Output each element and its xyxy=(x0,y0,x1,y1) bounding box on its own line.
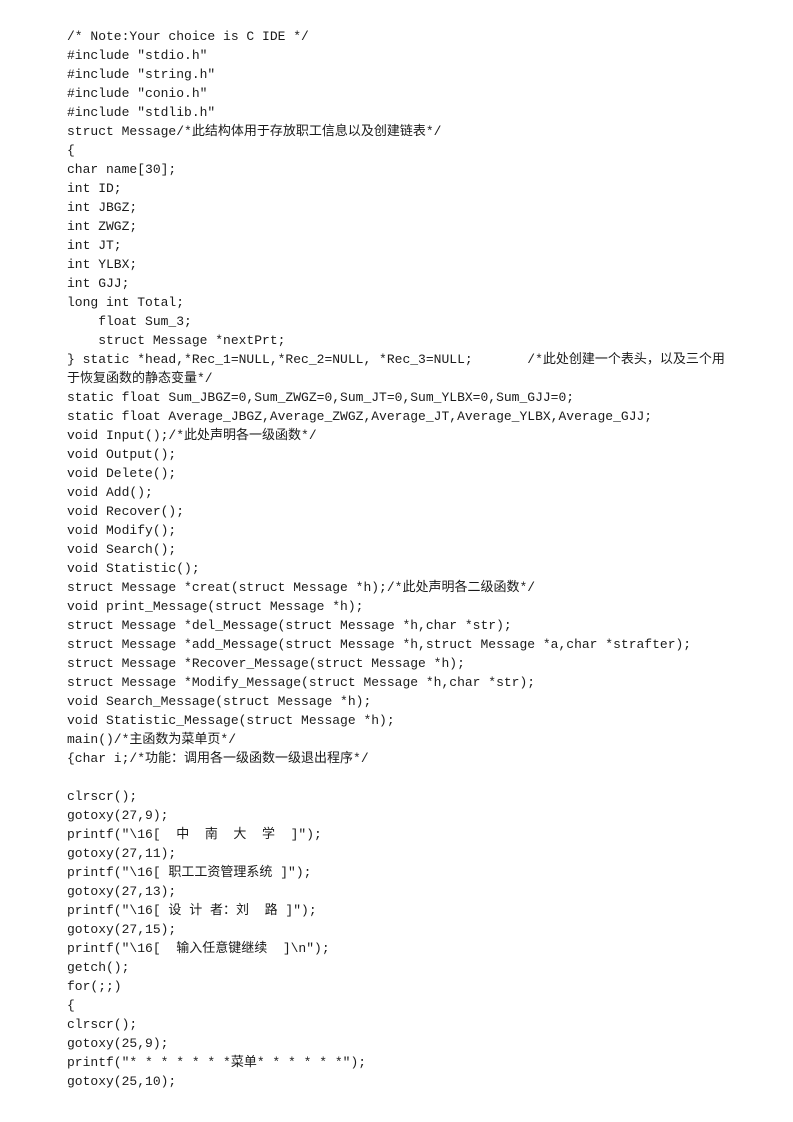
code-line: long int Total; xyxy=(67,295,185,310)
code-line: struct Message *del_Message(struct Messa… xyxy=(67,618,512,633)
code-line: struct Message *Modify_Message(struct Me… xyxy=(67,675,536,690)
code-line: void Modify(); xyxy=(67,523,177,538)
code-line: printf("\16[ 输入任意键继续 ]\n"); xyxy=(67,941,330,956)
code-line: #include "string.h" xyxy=(67,67,216,82)
code-line: printf("\16[ 职工工资管理系统 ]"); xyxy=(67,865,312,880)
code-line: struct Message *Recover_Message(struct M… xyxy=(67,656,465,671)
code-line: #include "stdio.h" xyxy=(67,48,208,63)
code-line: { xyxy=(67,143,75,158)
code-line: void Search(); xyxy=(67,542,177,557)
code-line: gotoxy(27,9); xyxy=(67,808,169,823)
code-document: /* Note:Your choice is C IDE */ #include … xyxy=(67,27,727,1091)
code-line: printf("* * * * * * *菜单* * * * * *"); xyxy=(67,1055,367,1070)
code-line: gotoxy(27,13); xyxy=(67,884,177,899)
code-line: void Input();/*此处声明各一级函数*/ xyxy=(67,428,317,443)
code-line: void Output(); xyxy=(67,447,177,462)
code-line: struct Message *add_Message(struct Messa… xyxy=(67,637,692,652)
code-line: int JBGZ; xyxy=(67,200,138,215)
code-line: gotoxy(27,15); xyxy=(67,922,177,937)
code-line: {char i;/*功能：调用各一级函数一级退出程序*/ xyxy=(67,751,369,766)
code-line: void Search_Message(struct Message *h); xyxy=(67,694,372,709)
code-line: struct Message *creat(struct Message *h)… xyxy=(67,580,536,595)
code-line: void Add(); xyxy=(67,485,153,500)
code-line: clrscr(); xyxy=(67,1017,138,1032)
code-line: #include "conio.h" xyxy=(67,86,208,101)
code-line: void Recover(); xyxy=(67,504,185,519)
code-line: getch(); xyxy=(67,960,130,975)
code-line: int GJJ; xyxy=(67,276,130,291)
code-line: 于恢复函数的静态变量*/ xyxy=(67,371,213,386)
code-line: static float Sum_JBGZ=0,Sum_ZWGZ=0,Sum_J… xyxy=(67,390,575,405)
code-line: printf("\16[ 中 南 大 学 ]"); xyxy=(67,827,322,842)
code-line: int ID; xyxy=(67,181,122,196)
code-line: } static *head,*Rec_1=NULL,*Rec_2=NULL, … xyxy=(67,352,725,367)
code-line: void Statistic(); xyxy=(67,561,200,576)
code-line: struct Message/*此结构体用于存放职工信息以及创建链表*/ xyxy=(67,124,442,139)
code-line: printf("\16[ 设 计 者：刘 路 ]"); xyxy=(67,903,317,918)
code-line: static float Average_JBGZ,Average_ZWGZ,A… xyxy=(67,409,653,424)
code-line: void Statistic_Message(struct Message *h… xyxy=(67,713,395,728)
code-line: char name[30]; xyxy=(67,162,177,177)
code-line: void Delete(); xyxy=(67,466,177,481)
code-line: { xyxy=(67,998,75,1013)
code-line: int ZWGZ; xyxy=(67,219,138,234)
code-line: gotoxy(27,11); xyxy=(67,846,177,861)
code-line: void print_Message(struct Message *h); xyxy=(67,599,364,614)
code-line: float Sum_3; xyxy=(67,314,192,329)
code-line: clrscr(); xyxy=(67,789,138,804)
code-line: main()/*主函数为菜单页*/ xyxy=(67,732,237,747)
code-line: for(;;) xyxy=(67,979,122,994)
code-line: gotoxy(25,10); xyxy=(67,1074,177,1089)
code-line: gotoxy(25,9); xyxy=(67,1036,169,1051)
code-line: struct Message *nextPrt; xyxy=(67,333,286,348)
code-line: /* Note:Your choice is C IDE */ xyxy=(67,29,309,44)
code-line: int YLBX; xyxy=(67,257,138,272)
code-line: int JT; xyxy=(67,238,122,253)
code-line: #include "stdlib.h" xyxy=(67,105,216,120)
